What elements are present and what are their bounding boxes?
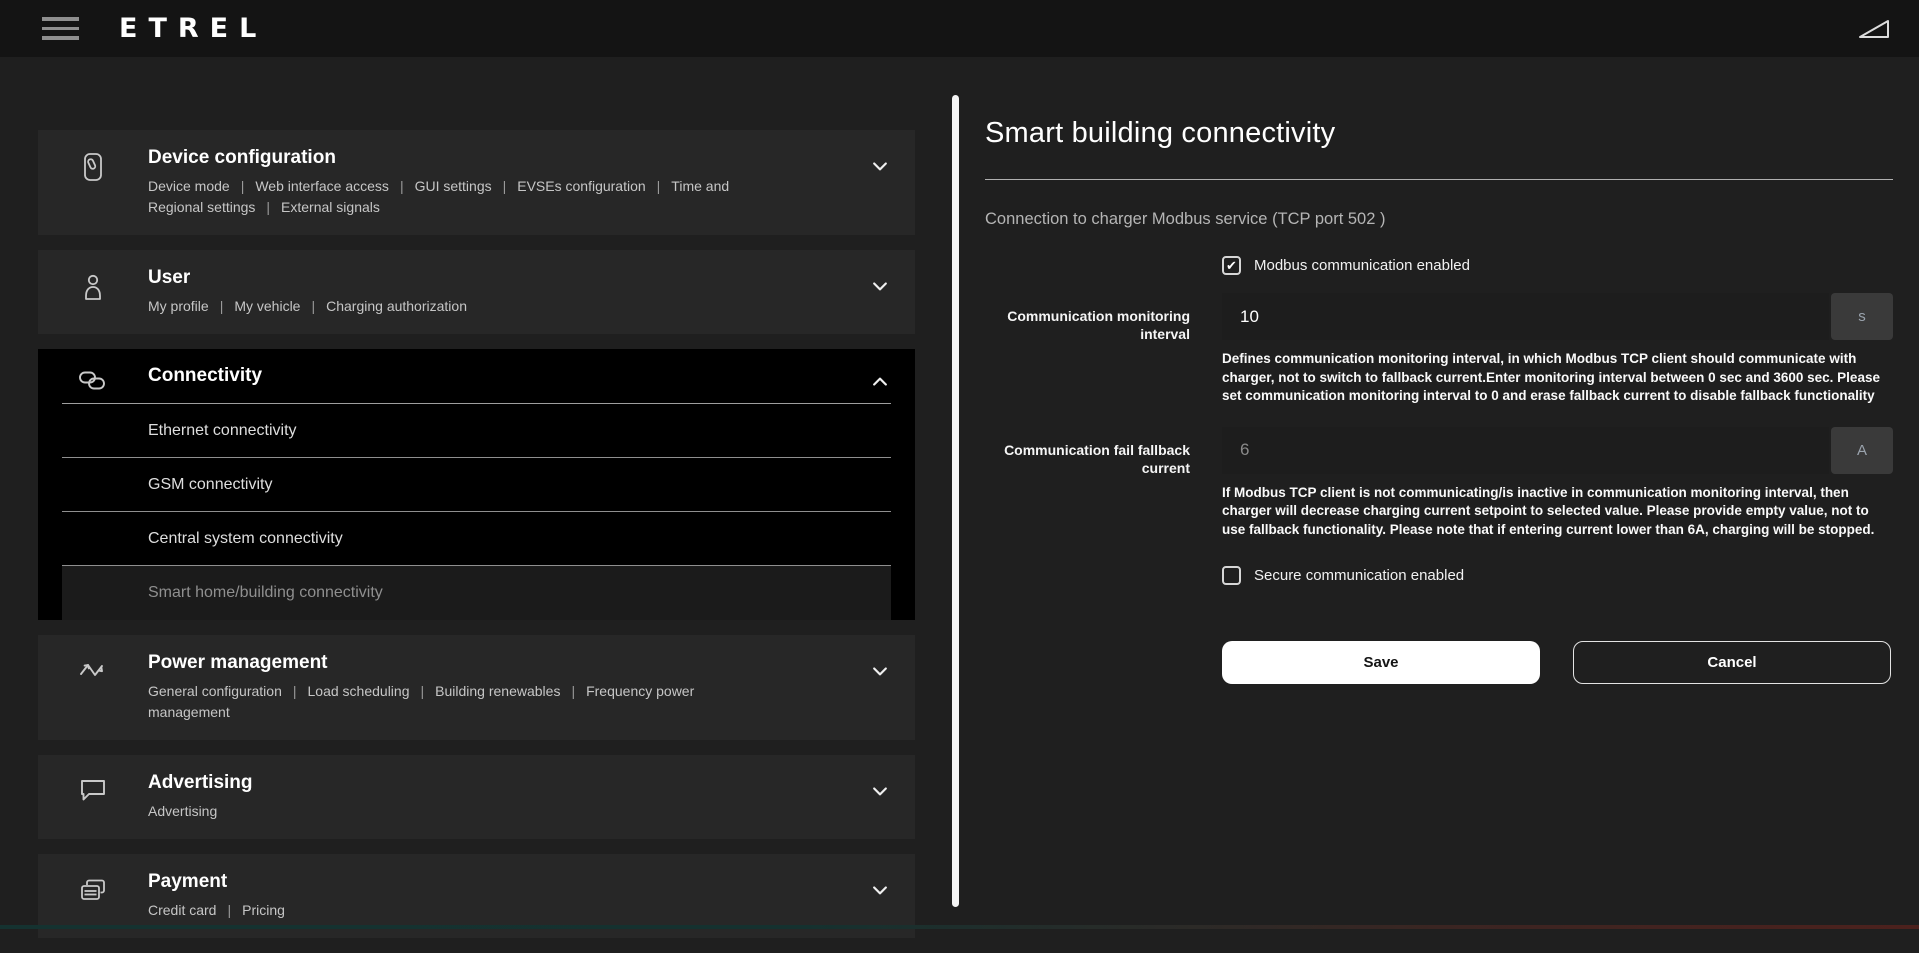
link-my-vehicle[interactable]: My vehicle	[209, 298, 301, 314]
sidebar-item-gsm-connectivity[interactable]: GSM connectivity	[62, 458, 891, 512]
connectivity-header[interactable]: Connectivity	[38, 349, 915, 403]
chevron-down-icon[interactable]	[845, 130, 915, 176]
link-chain-icon	[38, 349, 148, 393]
waveform-icon	[38, 635, 148, 683]
chevron-down-icon[interactable]	[845, 635, 915, 681]
bottom-accent-strip	[0, 925, 1919, 929]
link-building-renewables[interactable]: Building renewables	[410, 683, 561, 699]
panel-scrollbar[interactable]	[952, 95, 959, 907]
monitoring-interval-help-text: Defines communication monitoring interva…	[1222, 350, 1893, 406]
link-web-interface-access[interactable]: Web interface access	[230, 178, 389, 194]
modbus-form: Modbus communication enabled Communicati…	[985, 256, 1893, 684]
section-links: My profileMy vehicleCharging authorizati…	[148, 296, 748, 317]
section-links: General configurationLoad schedulingBuil…	[148, 681, 748, 723]
fallback-current-input[interactable]	[1222, 427, 1829, 474]
link-gui-settings[interactable]: GUI settings	[389, 178, 492, 194]
fallback-current-help-text: If Modbus TCP client is not communicatin…	[1222, 484, 1893, 540]
etrel-logo: ETREL	[119, 13, 267, 44]
section-title: Payment	[148, 871, 845, 893]
sidebar-section-connectivity: Connectivity Ethernet connectivity GSM c…	[38, 349, 915, 620]
section-links: Device modeWeb interface accessGUI setti…	[148, 176, 748, 218]
link-evses-configuration[interactable]: EVSEs configuration	[492, 178, 646, 194]
secure-communication-checkbox-row[interactable]: Secure communication enabled	[1222, 566, 1893, 585]
link-charging-authorization[interactable]: Charging authorization	[300, 298, 467, 314]
amps-unit-badge: A	[1831, 427, 1893, 474]
sidebar-item-smart-home-building-connectivity[interactable]: Smart home/building connectivity	[62, 566, 891, 620]
seconds-unit-badge: s	[1831, 293, 1893, 340]
fallback-current-label: Communication fail fallback current	[985, 427, 1190, 561]
save-button[interactable]: Save	[1222, 641, 1540, 684]
sidebar-item-ethernet-connectivity[interactable]: Ethernet connectivity	[62, 404, 891, 458]
modbus-section-label: Connection to charger Modbus service (TC…	[985, 210, 1893, 229]
modbus-enabled-checkbox-row[interactable]: Modbus communication enabled	[1222, 256, 1893, 275]
modbus-enabled-checkbox-label: Modbus communication enabled	[1254, 257, 1470, 274]
credit-card-icon	[38, 854, 148, 904]
sidebar-item-central-system-connectivity[interactable]: Central system connectivity	[62, 512, 891, 566]
settings-sidebar: Device configuration Device modeWeb inte…	[38, 130, 915, 953]
chevron-up-icon[interactable]	[845, 349, 915, 392]
signal-strength-icon	[1857, 16, 1891, 42]
link-credit-card[interactable]: Credit card	[148, 902, 216, 918]
link-my-profile[interactable]: My profile	[148, 298, 209, 314]
link-external-signals[interactable]: External signals	[255, 199, 379, 215]
chevron-down-icon[interactable]	[845, 854, 915, 900]
section-links: Credit cardPricing	[148, 900, 748, 921]
section-links: Advertising	[148, 801, 748, 822]
user-icon	[38, 250, 148, 302]
chevron-down-icon[interactable]	[845, 755, 915, 801]
link-general-configuration[interactable]: General configuration	[148, 683, 282, 699]
link-device-mode[interactable]: Device mode	[148, 178, 230, 194]
section-title: Device configuration	[148, 147, 845, 169]
section-title: Advertising	[148, 772, 845, 794]
link-load-scheduling[interactable]: Load scheduling	[282, 683, 410, 699]
section-title: User	[148, 267, 845, 289]
page-title: Smart building connectivity	[985, 117, 1893, 150]
sidebar-section-power-management[interactable]: Power management General configurationLo…	[38, 635, 915, 740]
sidebar-section-advertising[interactable]: Advertising Advertising	[38, 755, 915, 839]
monitoring-interval-input[interactable]	[1222, 293, 1829, 340]
link-advertising[interactable]: Advertising	[148, 803, 217, 819]
top-bar: ETREL	[0, 0, 1919, 57]
cancel-button[interactable]: Cancel	[1573, 641, 1891, 684]
secure-communication-checkbox[interactable]	[1222, 566, 1241, 585]
secure-communication-checkbox-label: Secure communication enabled	[1254, 567, 1464, 584]
section-title: Connectivity	[148, 365, 845, 387]
speech-bubble-icon	[38, 755, 148, 803]
device-icon	[38, 130, 148, 182]
sidebar-section-device-configuration[interactable]: Device configuration Device modeWeb inte…	[38, 130, 915, 235]
main-panel: Smart building connectivity Connection t…	[985, 57, 1893, 684]
hamburger-menu-icon[interactable]	[42, 11, 79, 46]
title-divider	[985, 179, 1893, 180]
section-title: Power management	[148, 652, 845, 674]
sidebar-section-user[interactable]: User My profileMy vehicleCharging author…	[38, 250, 915, 334]
monitoring-interval-label: Communication monitoring interval	[985, 293, 1190, 427]
modbus-enabled-checkbox[interactable]	[1222, 256, 1241, 275]
link-pricing[interactable]: Pricing	[216, 902, 284, 918]
chevron-down-icon[interactable]	[845, 250, 915, 296]
